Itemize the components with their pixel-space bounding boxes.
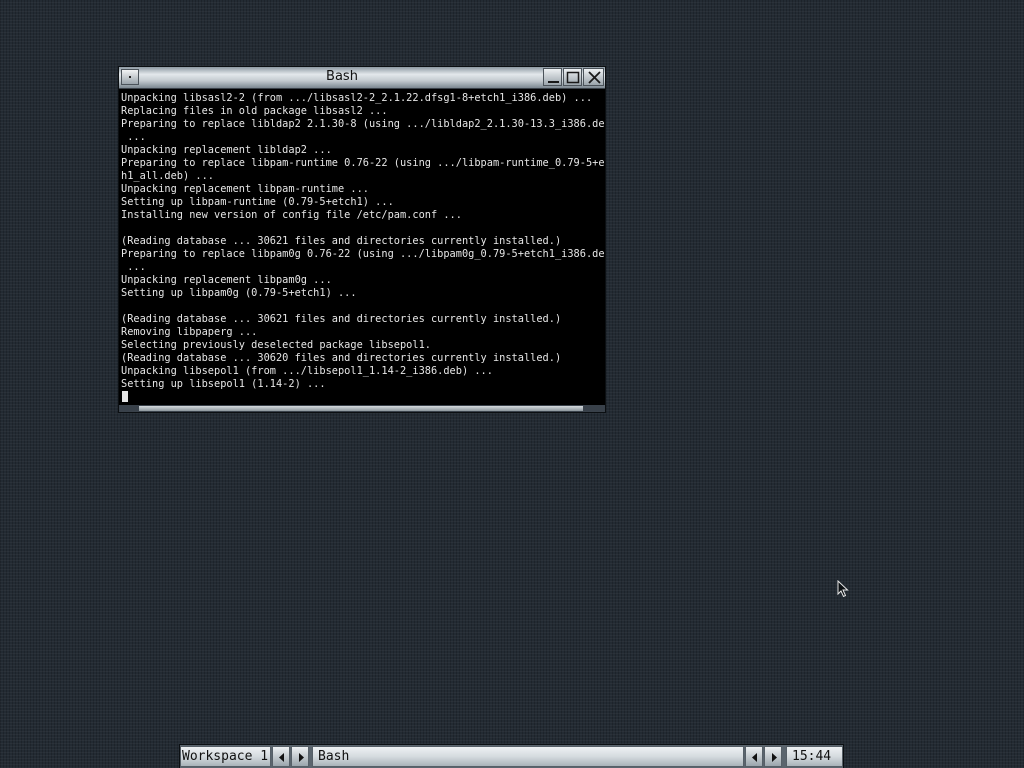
terminal-cursor xyxy=(122,391,128,402)
arrow-left-icon xyxy=(279,753,284,762)
menu-icon xyxy=(129,76,131,78)
close-icon xyxy=(588,71,601,84)
desktop[interactable]: { "window": { "title": "Bash", "terminal… xyxy=(0,0,1024,768)
workspace-prev-button[interactable] xyxy=(272,746,290,767)
window-titlebar[interactable]: Bash xyxy=(119,67,605,89)
maximize-button[interactable] xyxy=(563,68,582,86)
workspace-next-button[interactable] xyxy=(291,746,309,767)
taskbar: Workspace 1 Bash 15:44 xyxy=(180,745,843,768)
horizontal-scrollbar[interactable] xyxy=(119,405,605,412)
terminal-text: Unpacking libsasl2-2 (from .../libsasl2-… xyxy=(121,92,605,390)
arrow-right-icon xyxy=(772,753,777,762)
minimize-icon xyxy=(548,81,559,83)
task-label: Bash xyxy=(318,749,350,764)
taskbar-task-bash[interactable]: Bash xyxy=(312,746,744,767)
close-button[interactable] xyxy=(583,68,604,86)
window-menu-button[interactable] xyxy=(121,69,139,85)
maximize-icon xyxy=(566,71,580,84)
scrollbar-thumb[interactable] xyxy=(139,406,583,411)
arrow-right-icon xyxy=(299,753,304,762)
minimize-button[interactable] xyxy=(543,68,562,86)
task-next-button[interactable] xyxy=(764,746,782,767)
window-title: Bash xyxy=(326,69,358,84)
mouse-pointer-icon xyxy=(837,580,849,598)
terminal-output[interactable]: Unpacking libsasl2-2 (from .../libsasl2-… xyxy=(119,89,605,405)
terminal-window[interactable]: Bash Unpacking libsasl2-2 (from .../libs… xyxy=(119,67,605,412)
workspace-label: Workspace 1 xyxy=(182,749,269,764)
task-prev-button[interactable] xyxy=(745,746,763,767)
arrow-left-icon xyxy=(752,753,757,762)
workspace-name[interactable]: Workspace 1 xyxy=(180,746,271,767)
clock[interactable]: 15:44 xyxy=(786,746,843,767)
clock-label: 15:44 xyxy=(792,749,832,764)
